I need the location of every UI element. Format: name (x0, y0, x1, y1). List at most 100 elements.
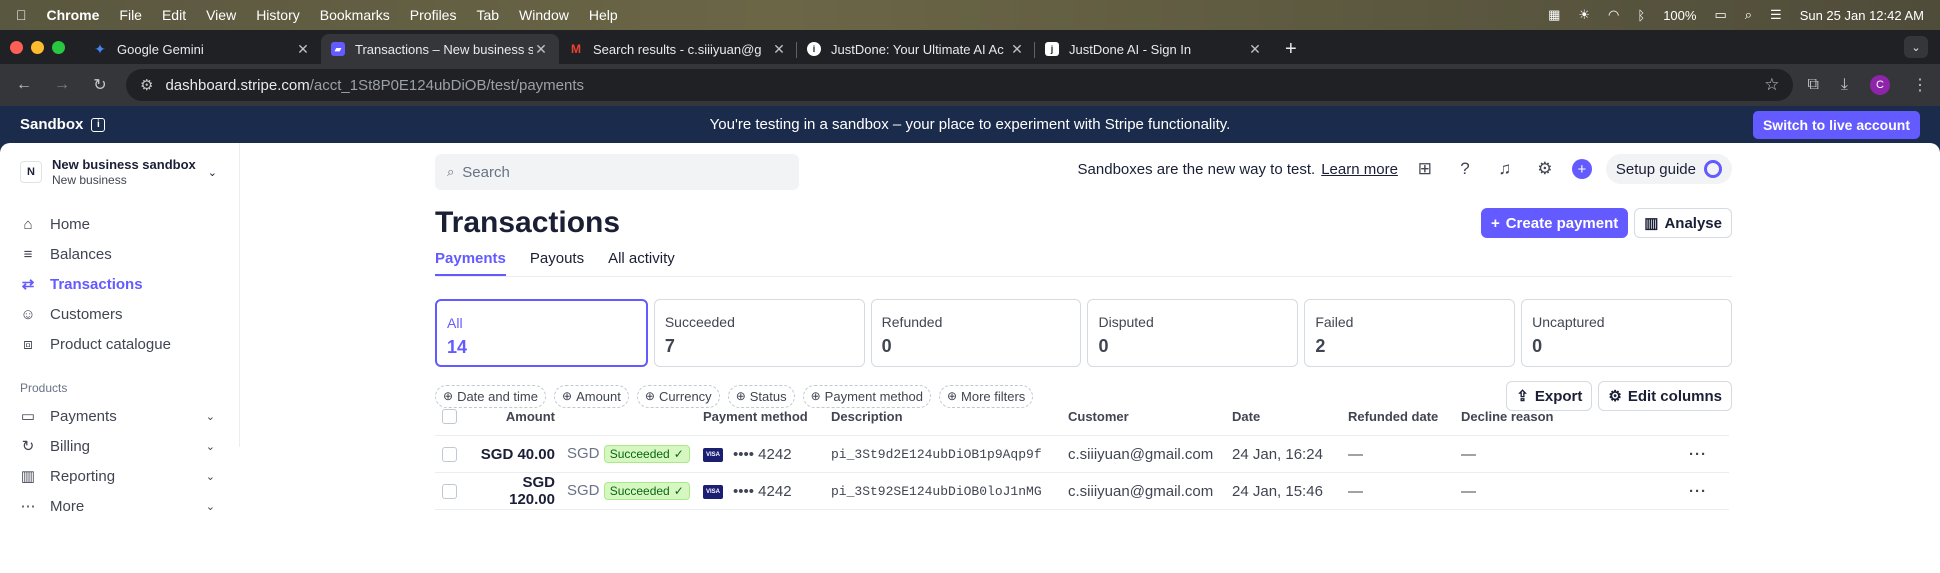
tab-payouts[interactable]: Payouts (530, 245, 584, 276)
col-decline-reason[interactable]: Decline reason (1461, 409, 1729, 424)
apps-icon[interactable]: ⊞ (1412, 159, 1438, 179)
clock[interactable]: Sun 25 Jan 12:42 AM (1800, 8, 1924, 23)
col-date[interactable]: Date (1232, 409, 1348, 424)
back-icon[interactable]: ← (12, 76, 36, 94)
new-tab-button[interactable]: + (1273, 34, 1309, 64)
browser-tab[interactable]: M Search results - c.siiiyuan@g ✕ (559, 34, 797, 64)
analyse-button[interactable]: ▥ Analyse (1634, 208, 1732, 238)
menu-history[interactable]: History (256, 7, 300, 23)
more-icon: ⋯ (20, 498, 36, 515)
menu-edit[interactable]: Edit (162, 7, 186, 23)
customer-email[interactable]: c.siiiyuan@gmail.com (1068, 446, 1232, 463)
sun-icon[interactable]: ☀ (1578, 7, 1590, 23)
search-icon[interactable]: ⌕ (1745, 7, 1752, 23)
tab-title: JustDone AI - Sign In (1069, 41, 1192, 57)
sidebar-item-home[interactable]: ⌂ Home (20, 209, 239, 239)
tab-payments[interactable]: Payments (435, 245, 506, 276)
zoom-window-button[interactable] (52, 40, 65, 54)
browser-tab-active[interactable]: ▰ Transactions – New business s ✕ (321, 34, 559, 64)
menu-profiles[interactable]: Profiles (410, 7, 457, 23)
setup-guide-button[interactable]: Setup guide (1605, 154, 1732, 184)
tab-search-icon[interactable]: ⌄ (1904, 36, 1928, 58)
bookmark-star-icon[interactable]: ☆ (1764, 75, 1779, 95)
sidebar-item-billing[interactable]: ↻ Billing ⌄ (20, 431, 239, 461)
row-checkbox[interactable] (442, 446, 457, 462)
switch-to-live-button[interactable]: Switch to live account (1752, 110, 1920, 139)
sidebar-item-transactions[interactable]: ⇄ Transactions (20, 269, 239, 299)
minimize-window-button[interactable] (31, 40, 44, 54)
battery-icon[interactable]: ▭ (1714, 7, 1726, 23)
summary-card-failed[interactable]: Failed 2 (1304, 299, 1516, 367)
balances-icon: ≡ (23, 245, 33, 263)
menu-file[interactable]: File (119, 7, 142, 23)
extensions-icon[interactable]: ⧉ (1807, 76, 1818, 94)
site-info-icon[interactable]: ⚙ (140, 76, 153, 94)
forward-icon[interactable]: → (50, 76, 74, 94)
profile-avatar[interactable]: C (1870, 75, 1890, 95)
learn-more-link[interactable]: Learn more (1321, 161, 1398, 178)
products-section-label: Products (20, 381, 68, 395)
control-center-icon[interactable]: ☰ (1770, 7, 1782, 23)
sidebar-item-customers[interactable]: ☺ Customers (20, 299, 239, 329)
menu-view[interactable]: View (206, 7, 236, 23)
select-all-checkbox[interactable] (442, 409, 457, 424)
apple-icon[interactable]:  (16, 7, 27, 23)
billing-icon: ↻ (21, 438, 35, 455)
close-tab-icon[interactable]: ✕ (533, 41, 549, 58)
menu-help[interactable]: Help (589, 7, 618, 23)
sidebar-item-reporting[interactable]: ▥ Reporting ⌄ (20, 461, 239, 491)
info-icon[interactable]: i (91, 117, 106, 132)
menu-bookmarks[interactable]: Bookmarks (320, 7, 390, 23)
close-tab-icon[interactable]: ✕ (295, 41, 311, 58)
bluetooth-icon[interactable]: ᛒ (1637, 8, 1645, 23)
chevron-down-icon: ⌄ (205, 500, 215, 513)
calendar-icon[interactable]: ▦ (1548, 7, 1560, 23)
customer-email[interactable]: c.siiiyuan@gmail.com (1068, 483, 1232, 500)
table-row[interactable]: SGD 120.00 SGD Succeeded ✓ VISA •••• 4242 … (435, 473, 1729, 510)
close-tab-icon[interactable]: ✕ (1247, 41, 1263, 58)
menu-window[interactable]: Window (519, 7, 569, 23)
col-refunded-date[interactable]: Refunded date (1348, 409, 1461, 424)
create-plus-icon[interactable]: + (1571, 159, 1592, 179)
browser-tab[interactable]: i JustDone: Your Ultimate AI Ac ✕ (797, 34, 1035, 64)
close-tab-icon[interactable]: ✕ (771, 41, 787, 58)
summary-card-refunded[interactable]: Refunded 0 (870, 299, 1082, 367)
row-checkbox[interactable] (442, 483, 457, 499)
browser-tab[interactable]: j JustDone AI - Sign In ✕ (1035, 34, 1273, 64)
bell-icon[interactable]: ♫ (1492, 159, 1518, 179)
help-icon[interactable]: ? (1452, 159, 1478, 179)
summary-card-uncaptured[interactable]: Uncaptured 0 (1521, 299, 1732, 367)
menu-tab[interactable]: Tab (476, 7, 499, 23)
wifi-icon[interactable]: ◠ (1608, 7, 1619, 23)
summary-card-succeeded[interactable]: Succeeded 7 (653, 299, 865, 367)
col-payment-method[interactable]: Payment method (703, 409, 831, 424)
address-bar[interactable]: ⚙ dashboard.stripe.com/acct_1St8P0E124ub… (126, 69, 1794, 101)
col-amount[interactable]: Amount (475, 409, 555, 424)
row-actions-icon[interactable]: ··· (1689, 446, 1707, 463)
summary-card-disputed[interactable]: Disputed 0 (1087, 299, 1299, 367)
download-icon[interactable]: ⤓ (1841, 76, 1848, 94)
card-last4: •••• 4242 (733, 445, 792, 463)
settings-gear-icon[interactable]: ⚙ (1532, 159, 1558, 179)
table-row[interactable]: SGD 40.00 SGD Succeeded ✓ VISA •••• 4242 p… (435, 436, 1729, 473)
col-customer[interactable]: Customer (1068, 409, 1232, 424)
create-payment-button[interactable]: + Create payment (1480, 208, 1629, 238)
account-switcher[interactable]: N New business sandbox New business ⌄ (20, 157, 239, 187)
tab-all-activity[interactable]: All activity (608, 245, 675, 276)
visa-card-icon: VISA (703, 484, 723, 499)
sidebar-item-more[interactable]: ⋯ More ⌄ (20, 491, 239, 521)
menu-kebab-icon[interactable]: ⋮ (1912, 75, 1928, 95)
search-input[interactable]: ⌕ Search (435, 154, 799, 190)
reload-icon[interactable]: ↻ (88, 75, 112, 95)
close-window-button[interactable] (10, 40, 23, 54)
col-description[interactable]: Description (831, 409, 1068, 424)
browser-tab[interactable]: ✦ Google Gemini ✕ (83, 34, 321, 64)
sidebar-item-balances[interactable]: ≡ Balances (20, 239, 239, 269)
row-actions-icon[interactable]: ··· (1689, 483, 1707, 500)
sidebar-item-product-catalogue[interactable]: ⧈ Product catalogue (20, 329, 239, 359)
check-icon: ✓ (673, 484, 684, 498)
close-tab-icon[interactable]: ✕ (1009, 41, 1025, 58)
summary-card-all[interactable]: All 14 (435, 299, 648, 367)
menu-app-name[interactable]: Chrome (47, 7, 100, 23)
sidebar-item-payments[interactable]: ▭ Payments ⌄ (20, 401, 239, 431)
